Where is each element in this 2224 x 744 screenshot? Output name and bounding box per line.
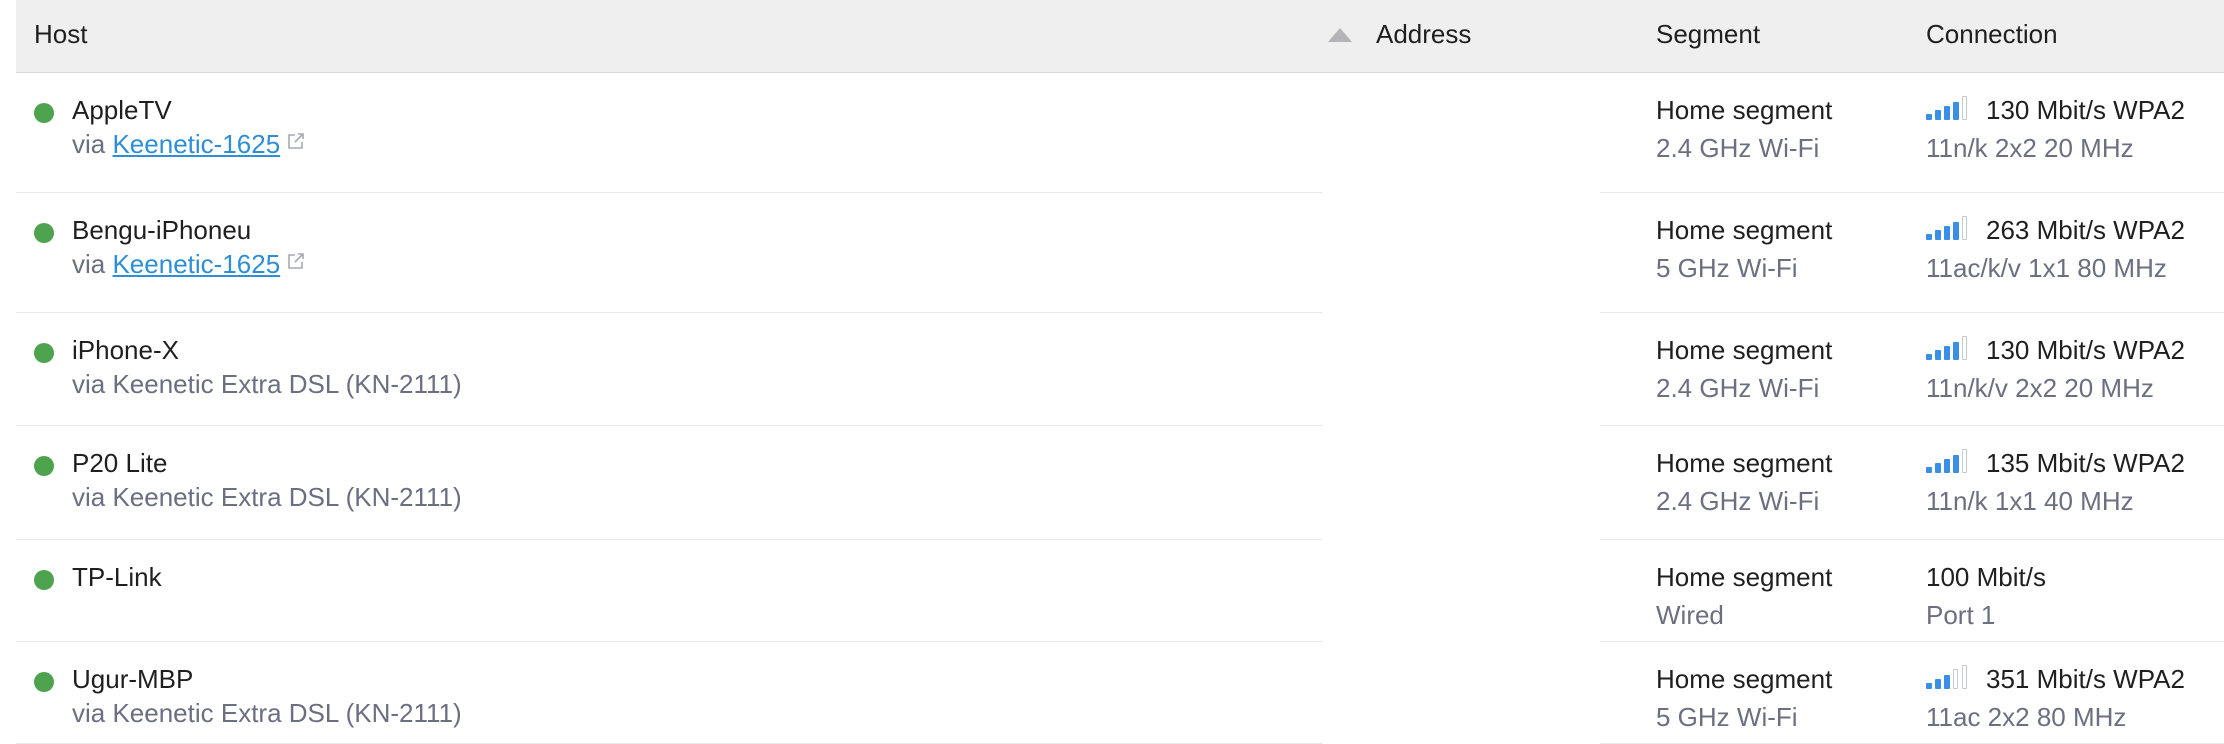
signal-bar	[1935, 679, 1941, 689]
connection-mode: 11n/k 2x2 20 MHz	[1926, 133, 2134, 163]
connection-speed-text: 351 Mbit/s WPA2	[1986, 664, 2185, 694]
connection-speed-text: 135 Mbit/s WPA2	[1986, 448, 2185, 478]
signal-bar	[1953, 669, 1958, 689]
connection-mode: 11n/k 1x1 40 MHz	[1926, 486, 2134, 516]
connection-speed-text: 130 Mbit/s WPA2	[1986, 95, 2185, 125]
signal-bar	[1935, 463, 1941, 473]
host-via: via Keenetic-1625	[72, 129, 306, 160]
host-via: via Keenetic Extra DSL (KN-2111)	[72, 369, 462, 399]
host-name[interactable]: TP-Link	[72, 562, 162, 593]
table-row[interactable]: Ugur-MBP via Keenetic Extra DSL (KN-2111)…	[16, 642, 2224, 744]
table-body: AppleTV via Keenetic-1625 Home segment 2.4 …	[16, 73, 2224, 744]
wifi-signal-icon	[1926, 449, 1976, 473]
sort-ascending-icon[interactable]	[1328, 28, 1352, 42]
connection-mode: 11ac 2x2 80 MHz	[1926, 702, 2127, 732]
status-online-icon	[34, 672, 54, 692]
signal-bar	[1935, 230, 1941, 240]
signal-bar	[1944, 106, 1950, 120]
host-via: via Keenetic Extra DSL (KN-2111)	[72, 698, 462, 728]
signal-bar	[1953, 342, 1959, 360]
column-header-address[interactable]: Address	[1376, 19, 1471, 50]
signal-bar	[1926, 683, 1932, 689]
signal-bar	[1962, 96, 1967, 120]
hosts-table: Host Address Segment Connection AppleTV v…	[16, 0, 2224, 744]
segment-name: Home segment	[1656, 562, 1833, 592]
wifi-signal-icon	[1926, 96, 1976, 120]
signal-bar	[1953, 222, 1959, 240]
signal-bar	[1944, 675, 1950, 689]
segment-band: 2.4 GHz Wi-Fi	[1656, 133, 1820, 163]
signal-bar	[1944, 459, 1950, 473]
external-link-icon[interactable]	[286, 131, 306, 151]
connection-speed-text: 263 Mbit/s WPA2	[1986, 215, 2185, 245]
segment-band: Wired	[1656, 600, 1724, 630]
segment-name: Home segment	[1656, 335, 1833, 365]
table-row[interactable]: P20 Lite via Keenetic Extra DSL (KN-2111)…	[16, 426, 2224, 540]
connection-speed-text: 100 Mbit/s	[1926, 562, 2046, 592]
signal-bar	[1953, 102, 1959, 120]
signal-bar	[1935, 110, 1941, 120]
segment-name: Home segment	[1656, 664, 1833, 694]
host-name[interactable]: Ugur-MBP	[72, 664, 193, 695]
connection-speed-text: 130 Mbit/s WPA2	[1986, 335, 2185, 365]
connection-speed: 130 Mbit/s WPA2	[1926, 95, 2185, 126]
connection-speed: 100 Mbit/s	[1926, 562, 2046, 593]
table-row[interactable]: AppleTV via Keenetic-1625 Home segment 2.4 …	[16, 73, 2224, 193]
table-row[interactable]: TP-Link Home segment Wired 100 Mbit/s Port 1	[16, 540, 2224, 642]
host-name[interactable]: P20 Lite	[72, 448, 167, 479]
segment-band: 2.4 GHz Wi-Fi	[1656, 373, 1820, 403]
connection-speed: 135 Mbit/s WPA2	[1926, 448, 2185, 479]
signal-bar	[1926, 467, 1932, 473]
via-prefix: via	[72, 129, 113, 159]
signal-bar	[1926, 234, 1932, 240]
via-mesh-node-link[interactable]: Keenetic-1625	[112, 249, 280, 279]
signal-bar	[1926, 354, 1932, 360]
status-online-icon	[34, 343, 54, 363]
external-link-icon[interactable]	[286, 251, 306, 271]
connection-speed: 263 Mbit/s WPA2	[1926, 215, 2185, 246]
segment-band: 5 GHz Wi-Fi	[1656, 702, 1798, 732]
column-header-connection[interactable]: Connection	[1926, 19, 2058, 50]
host-name[interactable]: iPhone-X	[72, 335, 179, 366]
signal-bar	[1953, 455, 1959, 473]
status-online-icon	[34, 223, 54, 243]
signal-bar	[1962, 665, 1967, 689]
wifi-signal-icon	[1926, 336, 1976, 360]
host-name[interactable]: Bengu-iPhoneu	[72, 215, 251, 246]
signal-bar	[1944, 346, 1950, 360]
signal-bar	[1962, 336, 1967, 360]
status-online-icon	[34, 103, 54, 123]
signal-bar	[1944, 226, 1950, 240]
host-name[interactable]: AppleTV	[72, 95, 172, 126]
signal-bar	[1926, 114, 1932, 120]
signal-bar	[1962, 216, 1967, 240]
wifi-signal-icon	[1926, 216, 1976, 240]
connection-mode: Port 1	[1926, 600, 1996, 630]
signal-bar	[1935, 350, 1941, 360]
via-prefix: via	[72, 249, 113, 279]
host-via: via Keenetic Extra DSL (KN-2111)	[72, 482, 462, 512]
column-header-host[interactable]: Host	[34, 19, 87, 50]
signal-bar	[1962, 449, 1967, 473]
via-mesh-node-link[interactable]: Keenetic-1625	[112, 129, 280, 159]
table-row[interactable]: Bengu-iPhoneu via Keenetic-1625 Home segme…	[16, 193, 2224, 313]
connection-speed: 351 Mbit/s WPA2	[1926, 664, 2185, 695]
table-row[interactable]: iPhone-X via Keenetic Extra DSL (KN-2111)…	[16, 313, 2224, 426]
segment-name: Home segment	[1656, 95, 1833, 125]
host-via: via Keenetic-1625	[72, 249, 306, 280]
segment-band: 5 GHz Wi-Fi	[1656, 253, 1798, 283]
segment-band: 2.4 GHz Wi-Fi	[1656, 486, 1820, 516]
segment-name: Home segment	[1656, 215, 1833, 245]
connection-speed: 130 Mbit/s WPA2	[1926, 335, 2185, 366]
table-header: Host Address Segment Connection	[16, 0, 2224, 73]
connection-mode: 11n/k/v 2x2 20 MHz	[1926, 373, 2154, 403]
connection-mode: 11ac/k/v 1x1 80 MHz	[1926, 253, 2167, 283]
segment-name: Home segment	[1656, 448, 1833, 478]
status-online-icon	[34, 456, 54, 476]
column-header-segment[interactable]: Segment	[1656, 19, 1760, 50]
status-online-icon	[34, 570, 54, 590]
wifi-signal-icon	[1926, 665, 1976, 689]
